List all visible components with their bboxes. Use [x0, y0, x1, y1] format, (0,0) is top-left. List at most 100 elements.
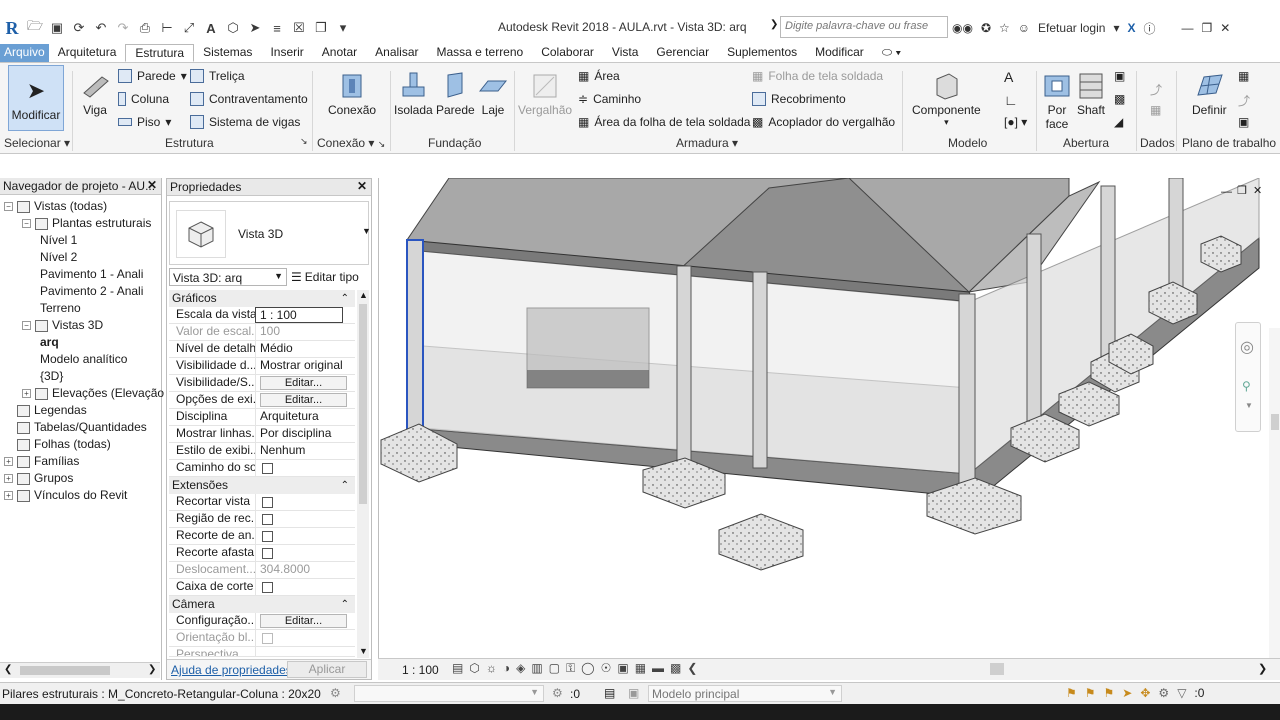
- tab-arquitetura[interactable]: Arquitetura: [49, 44, 126, 62]
- annotation-crop-checkbox[interactable]: [262, 531, 273, 542]
- title-chevron-icon[interactable]: ❯: [770, 19, 778, 30]
- type-selector[interactable]: Vista 3D ▼: [169, 201, 371, 265]
- minimize-icon[interactable]: —: [1182, 21, 1194, 35]
- expand-icon[interactable]: +: [4, 491, 13, 500]
- prop-annotation-crop[interactable]: Recorte de an...: [169, 528, 355, 545]
- crop-view-checkbox[interactable]: [262, 497, 273, 508]
- connection-panel-label[interactable]: Conexão ▾ ↘: [317, 136, 385, 150]
- select-by-face-icon[interactable]: ➤: [1122, 686, 1132, 700]
- undo-icon[interactable]: ↶: [92, 19, 110, 37]
- wall-button[interactable]: Parede ▾: [118, 69, 187, 83]
- tree-item[interactable]: + Famílias: [4, 453, 79, 470]
- contextual-tab-icon[interactable]: ⬭ ▾: [873, 44, 910, 62]
- tree-item[interactable]: − Vistas 3D: [22, 317, 103, 334]
- sun-path-icon[interactable]: ☼: [486, 661, 497, 676]
- zoom-icon[interactable]: ⚲: [1242, 379, 1251, 393]
- beam-system-button[interactable]: Sistema de vigas: [190, 115, 300, 129]
- scroll-left-icon[interactable]: ❮: [4, 664, 12, 675]
- tree-item[interactable]: Nível 2: [40, 249, 77, 266]
- crop-region-checkbox[interactable]: [262, 514, 273, 525]
- visual-style-icon[interactable]: ⬡: [469, 661, 479, 676]
- tree-item[interactable]: Nível 1: [40, 232, 77, 249]
- tab-vista[interactable]: Vista: [603, 44, 647, 62]
- reveal-hidden-icon[interactable]: ☉: [601, 661, 612, 676]
- customize-qat-icon[interactable]: ▾: [334, 19, 352, 37]
- rebar-coupler-button[interactable]: ▩ Acoplador do vergalhão: [752, 115, 895, 129]
- wall-opening-icon[interactable]: ▣: [1114, 69, 1125, 83]
- model-line-icon[interactable]: ∟: [1004, 92, 1018, 108]
- tree-item[interactable]: Pavimento 1 - Anali: [40, 266, 143, 283]
- worksharing-icon[interactable]: ▦: [635, 661, 646, 676]
- floor-button[interactable]: Piso ▾: [118, 115, 171, 129]
- save-icon[interactable]: ▣: [48, 19, 66, 37]
- collapse-icon[interactable]: −: [22, 219, 31, 228]
- exclude-options-icon[interactable]: ▣: [628, 686, 639, 700]
- section-icon[interactable]: ➤: [246, 19, 264, 37]
- select-pinned-icon[interactable]: ⚑: [1104, 686, 1115, 700]
- scroll-right-icon[interactable]: ❯: [1258, 662, 1267, 675]
- sun-path-checkbox[interactable]: [262, 463, 273, 474]
- prop-render-settings[interactable]: Configuração... Editar...: [169, 613, 355, 630]
- tree-item[interactable]: arq: [40, 334, 59, 351]
- drag-elements-icon[interactable]: ✥: [1140, 686, 1150, 700]
- model-group-icon[interactable]: [●] ▾: [1004, 115, 1027, 129]
- instance-filter-select[interactable]: Vista 3D: arq ▼: [169, 268, 287, 286]
- structure-settings-icon[interactable]: ↘: [300, 136, 308, 147]
- by-face-button[interactable]: Por face: [1040, 69, 1074, 131]
- revit-logo-icon[interactable]: R: [2, 17, 22, 39]
- select-underlay-icon[interactable]: ⚑: [1085, 686, 1096, 700]
- thin-lines-icon[interactable]: ≡: [268, 19, 286, 37]
- column[interactable]: [1026, 233, 1042, 425]
- scroll-thumb[interactable]: [1271, 414, 1279, 430]
- close-properties-icon[interactable]: ✕: [357, 179, 367, 193]
- close-browser-icon[interactable]: ✕: [147, 178, 157, 192]
- isolated-foundation-button[interactable]: Isolada: [394, 69, 433, 117]
- viewer-icon[interactable]: ▣: [1238, 115, 1249, 129]
- highlight-displacement-icon[interactable]: ▩: [670, 661, 681, 676]
- prop-graphic-display[interactable]: Opções de exi... Editar...: [169, 392, 355, 409]
- subscription-icon[interactable]: ✪: [981, 21, 991, 35]
- properties-help-link[interactable]: Ajuda de propriedades: [171, 663, 292, 677]
- group-extents[interactable]: Extensões ⌃: [169, 477, 355, 494]
- zoom-dropdown-icon[interactable]: ▼: [1245, 401, 1253, 410]
- model-text-icon[interactable]: A: [1004, 69, 1013, 85]
- filter-icon[interactable]: ▽: [1177, 686, 1186, 700]
- tree-item[interactable]: − Vistas (todas): [4, 198, 107, 215]
- edit-button[interactable]: Editar...: [260, 614, 347, 628]
- connection-button[interactable]: Conexão: [328, 69, 376, 117]
- help-icon[interactable]: ⓘ: [1143, 20, 1155, 37]
- view-scale-label[interactable]: 1 : 100: [402, 663, 439, 677]
- redo-icon[interactable]: ↷: [114, 19, 132, 37]
- lock-view-icon[interactable]: ⚿: [566, 661, 575, 676]
- brace-button[interactable]: Contraventamento: [190, 92, 308, 106]
- star-icon[interactable]: ☆: [999, 21, 1010, 35]
- help-search-input[interactable]: Digite palavra-chave ou frase: [780, 16, 948, 38]
- scroll-right-icon[interactable]: ❯: [148, 664, 156, 675]
- fabric-area-button[interactable]: ▦ Área da folha de tela soldada: [578, 115, 750, 129]
- select-panel-label[interactable]: Selecionar ▾: [4, 136, 70, 150]
- print-icon[interactable]: ⎙: [136, 19, 154, 37]
- fabric-sheet-button[interactable]: ▦ Folha de tela soldada: [752, 69, 883, 83]
- view-scale-input[interactable]: 1 : 100: [255, 307, 343, 323]
- tree-item[interactable]: Folhas (todas): [4, 436, 111, 453]
- view-close-icon[interactable]: ✕: [1253, 184, 1262, 197]
- crop-icon[interactable]: ▥: [531, 661, 542, 676]
- wall-foundation-button[interactable]: Parede: [436, 69, 475, 117]
- group-graphics[interactable]: Gráficos ⌃: [169, 290, 355, 307]
- background-process-icon[interactable]: ⚙: [1158, 686, 1169, 700]
- select-links-icon[interactable]: ⚑: [1066, 686, 1077, 700]
- scroll-down-icon[interactable]: ▼: [359, 646, 368, 656]
- properties-vscrollbar[interactable]: ▲ ▼: [357, 290, 369, 658]
- collapse-icon[interactable]: ⌃: [341, 290, 349, 307]
- tree-item[interactable]: Legendas: [4, 402, 87, 419]
- ref-plane-icon[interactable]: ⤴: [1238, 92, 1250, 109]
- workset-select[interactable]: ▼: [354, 685, 544, 702]
- collapse-icon[interactable]: −: [4, 202, 13, 211]
- shaft-button[interactable]: Shaft: [1074, 69, 1108, 117]
- truss-button[interactable]: Treliça: [190, 69, 245, 83]
- switch-windows-icon[interactable]: ❐: [312, 19, 330, 37]
- section-box-checkbox[interactable]: [262, 582, 273, 593]
- prop-crop-region[interactable]: Região de rec...: [169, 511, 355, 528]
- area-rebar-button[interactable]: ▦ Área: [578, 69, 620, 83]
- column-button[interactable]: Coluna: [118, 92, 169, 106]
